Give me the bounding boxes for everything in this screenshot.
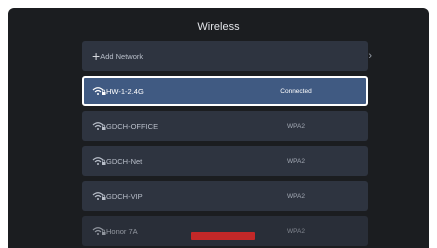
- network-item-honor-7a[interactable]: Honor 7A WPA2: [82, 216, 368, 246]
- wifi-lock-icon: [84, 86, 106, 96]
- network-status: WPA2: [287, 122, 305, 130]
- page-title: Wireless: [197, 21, 240, 33]
- network-list: + Add Network › HW-1-2.4G Connected GDCH…: [82, 41, 372, 248]
- network-item-gdch-vip[interactable]: GDCH-VIP WPA2: [82, 181, 368, 211]
- network-ssid: GDCH-VIP: [106, 191, 143, 201]
- network-ssid: HW-1-2.4G: [106, 86, 144, 96]
- network-status: WPA2: [287, 192, 305, 200]
- add-network-row[interactable]: + Add Network ›: [82, 41, 372, 71]
- wifi-lock-icon: [82, 191, 106, 201]
- wifi-lock-icon: [82, 226, 106, 236]
- network-status: Connected: [280, 87, 312, 95]
- network-ssid: GDCH-OFFICE: [106, 121, 159, 131]
- wifi-lock-icon: [82, 121, 106, 131]
- wireless-screen: Wireless + Add Network › HW-1-2.4G Conne…: [8, 8, 429, 248]
- network-ssid: GDCH-Net: [106, 156, 143, 166]
- network-item-hw-1-2-4g[interactable]: HW-1-2.4G Connected: [82, 76, 368, 106]
- network-item-gdch-office[interactable]: GDCH-OFFICE WPA2: [82, 111, 368, 141]
- chevron-right-icon: ›: [368, 50, 373, 62]
- status-badge: [191, 232, 255, 240]
- network-item-gdch-net[interactable]: GDCH-Net WPA2: [82, 146, 368, 176]
- add-icon: +: [92, 48, 101, 64]
- network-status: WPA2: [287, 157, 305, 165]
- add-network-label: Add Network: [100, 51, 144, 61]
- network-status: WPA2: [287, 227, 305, 235]
- wifi-lock-icon: [82, 156, 106, 166]
